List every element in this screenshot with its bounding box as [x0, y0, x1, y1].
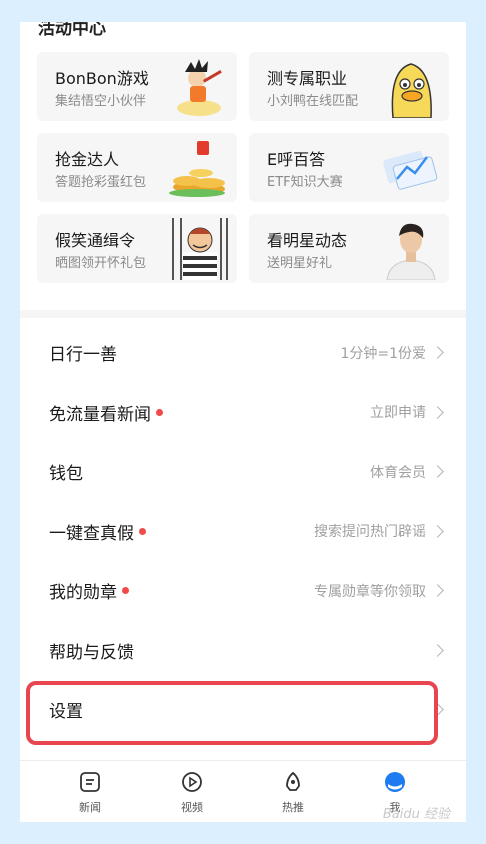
- card-bonbon-game[interactable]: BonBon游戏 集结悟空小伙伴: [37, 52, 237, 121]
- card-etf-quiz[interactable]: E呼百答 ETF知识大赛: [249, 133, 449, 202]
- menu-hint: 立即申请: [370, 405, 426, 422]
- tab-label: 视频: [181, 801, 203, 814]
- tab-news[interactable]: 新闻: [60, 771, 120, 815]
- card-subtitle: 小刘鸭在线匹配: [267, 94, 359, 109]
- settings-highlight-box: [26, 681, 438, 745]
- notification-dot: [122, 587, 129, 595]
- menu-label: 日行一善: [49, 345, 117, 366]
- news-icon: [80, 772, 100, 792]
- duck-cartoon-icon: [391, 63, 432, 118]
- notification-dot: [156, 408, 163, 416]
- chart-cards-icon: [383, 150, 438, 190]
- rocket-icon: [286, 771, 300, 791]
- goku-cartoon-icon: [177, 59, 222, 116]
- phone-screen: 活动中心 BonBon游戏 集结悟空小伙伴 测专属职业 小刘鸭在线匹配 抢金达人…: [20, 22, 466, 822]
- chevron-right-icon: [431, 465, 444, 479]
- card-title: BonBon游戏: [55, 69, 149, 88]
- chevron-right-icon: [431, 346, 444, 360]
- menu-hint: 搜索提问热门辟谣: [314, 524, 426, 541]
- menu-item-medals[interactable]: 我的勋章 专属勋章等你领取: [20, 561, 466, 621]
- menu-label: 钱包: [49, 464, 83, 485]
- menu-label: 免流量看新闻: [49, 400, 163, 425]
- tab-hot[interactable]: 热推: [263, 771, 323, 815]
- tab-label: 新闻: [79, 801, 101, 814]
- menu-hint: 1分钟=1份爱: [340, 345, 426, 362]
- card-subtitle: 晒图领开怀礼包: [55, 256, 147, 271]
- menu-item-charity[interactable]: 日行一善 1分钟=1份爱: [20, 323, 466, 383]
- section-divider: [20, 310, 466, 318]
- card-subtitle: ETF知识大赛: [267, 175, 343, 190]
- chevron-right-icon: [431, 524, 444, 538]
- tab-label: 热推: [282, 801, 304, 814]
- tab-video[interactable]: 视频: [162, 771, 222, 815]
- settings-menu: 日行一善 1分钟=1份爱 免流量看新闻 立即申请 钱包 体育会员 一键查真假 搜…: [20, 323, 466, 740]
- chevron-right-icon: [431, 584, 444, 598]
- section-title: 活动中心: [38, 22, 106, 39]
- card-title: E呼百答: [267, 150, 326, 169]
- menu-item-free-data[interactable]: 免流量看新闻 立即申请: [20, 383, 466, 443]
- card-title: 抢金达人: [55, 150, 120, 169]
- menu-label: 帮助与反馈: [49, 642, 134, 663]
- card-subtitle: 送明星好礼: [267, 256, 333, 271]
- card-gold-grab[interactable]: 抢金达人 答题抢彩蛋红包: [37, 133, 237, 202]
- card-star-news[interactable]: 看明星动态 送明星好礼: [249, 214, 449, 283]
- menu-item-wallet[interactable]: 钱包 体育会员: [20, 442, 466, 502]
- menu-item-fact-check[interactable]: 一键查真假 搜索提问热门辟谣: [20, 502, 466, 562]
- activity-grid: BonBon游戏 集结悟空小伙伴 测专属职业 小刘鸭在线匹配 抢金达人 答题抢彩…: [37, 52, 449, 283]
- menu-hint: 体育会员: [370, 464, 426, 481]
- menu-label: 一键查真假: [49, 519, 146, 544]
- watermark-logo: Baidu 经验: [382, 807, 450, 822]
- card-subtitle: 集结悟空小伙伴: [55, 94, 147, 109]
- menu-hint: 专属勋章等你领取: [314, 583, 426, 600]
- card-title: 看明星动态: [267, 231, 348, 250]
- notification-dot: [139, 527, 146, 535]
- card-title: 测专属职业: [267, 69, 348, 88]
- play-icon: [182, 772, 202, 792]
- profile-icon: [385, 772, 405, 792]
- chevron-right-icon: [431, 643, 444, 657]
- menu-label: 我的勋章: [49, 578, 129, 603]
- celebrity-photo: [386, 223, 436, 280]
- chevron-right-icon: [431, 405, 444, 419]
- prisoner-cartoon-icon: [172, 218, 228, 280]
- card-title: 假笑通缉令: [55, 231, 136, 250]
- card-subtitle: 答题抢彩蛋红包: [55, 175, 147, 190]
- card-career-test[interactable]: 测专属职业 小刘鸭在线匹配: [249, 52, 449, 121]
- card-fake-smile[interactable]: 假笑通缉令 晒图领开怀礼包: [37, 214, 237, 283]
- menu-item-help[interactable]: 帮助与反馈: [20, 621, 466, 681]
- gold-coins-icon: [169, 141, 225, 197]
